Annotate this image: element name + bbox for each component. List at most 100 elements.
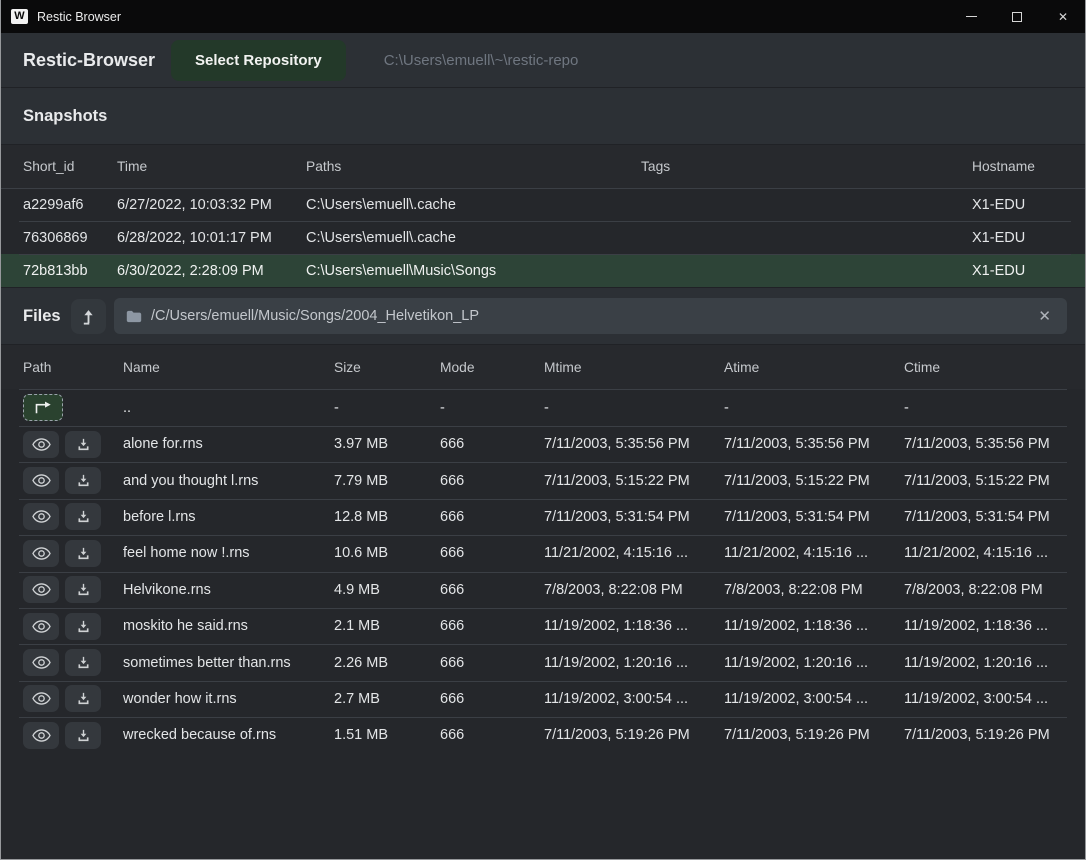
leave-directory-icon (33, 401, 53, 414)
select-repository-button[interactable]: Select Repository (171, 40, 346, 81)
leave-directory-button[interactable] (23, 394, 63, 421)
column-tags: Tags (641, 159, 972, 174)
file-mtime: 11/19/2002, 1:20:16 ... (544, 655, 724, 671)
wails-logo-icon: W (11, 9, 28, 24)
download-file-button[interactable] (65, 540, 101, 567)
preview-file-button[interactable] (23, 540, 59, 567)
preview-file-button[interactable] (23, 649, 59, 676)
file-name: alone for.rns (123, 436, 334, 452)
file-mtime: 11/21/2002, 4:15:16 ... (544, 545, 724, 561)
column-time: Time (117, 159, 306, 174)
close-icon: ✕ (1058, 11, 1068, 23)
close-button[interactable]: ✕ (1040, 0, 1086, 33)
maximize-button[interactable] (994, 0, 1040, 33)
file-mode: 666 (440, 473, 544, 489)
snapshot-short-id: a2299af6 (23, 197, 117, 213)
parent-name: .. (123, 400, 334, 416)
download-file-button[interactable] (65, 431, 101, 458)
download-icon (76, 473, 91, 488)
download-file-button[interactable] (65, 503, 101, 530)
download-icon (76, 546, 91, 561)
file-ctime: 7/11/2003, 5:35:56 PM (904, 436, 1071, 452)
preview-file-button[interactable] (23, 685, 59, 712)
titlebar: W Restic Browser ✕ (0, 0, 1086, 33)
snapshot-short-id: 72b813bb (23, 263, 117, 279)
preview-file-button[interactable] (23, 576, 59, 603)
preview-file-button[interactable] (23, 503, 59, 530)
file-row: before l.rns 12.8 MB 666 7/11/2003, 5:31… (1, 499, 1085, 535)
snapshot-row[interactable]: a2299af6 6/27/2022, 10:03:32 PM C:\Users… (1, 188, 1085, 221)
file-mtime: 11/19/2002, 1:18:36 ... (544, 618, 724, 634)
files-toolbar: Files /C/Users/emuell/Music/Songs/2004_H… (1, 287, 1085, 345)
file-row: feel home now !.rns 10.6 MB 666 11/21/20… (1, 535, 1085, 571)
download-file-button[interactable] (65, 722, 101, 749)
snapshot-hostname: X1-EDU (972, 197, 1067, 213)
column-paths: Paths (306, 159, 641, 174)
file-ctime: 7/11/2003, 5:15:22 PM (904, 473, 1071, 489)
download-file-button[interactable] (65, 613, 101, 640)
preview-file-button[interactable] (23, 722, 59, 749)
download-icon (76, 437, 91, 452)
snapshot-row[interactable]: 76306869 6/28/2022, 10:01:17 PM C:\Users… (1, 221, 1085, 254)
file-atime: 11/19/2002, 1:18:36 ... (724, 618, 904, 634)
repository-path-field[interactable]: C:\Users\emuell\~\restic-repo (384, 52, 1063, 69)
minimize-button[interactable] (948, 0, 994, 33)
snapshot-row[interactable]: 72b813bb 6/30/2022, 2:28:09 PM C:\Users\… (1, 254, 1085, 287)
file-mtime: 7/11/2003, 5:15:22 PM (544, 473, 724, 489)
file-size: 2.7 MB (334, 691, 440, 707)
file-size: 10.6 MB (334, 545, 440, 561)
clear-path-button[interactable]: ✕ (1032, 305, 1057, 327)
file-size: 4.9 MB (334, 582, 440, 598)
file-name: wonder how it.rns (123, 691, 334, 707)
column-hostname: Hostname (972, 159, 1067, 174)
file-row: alone for.rns 3.97 MB 666 7/11/2003, 5:3… (1, 426, 1085, 462)
file-atime: 11/19/2002, 3:00:54 ... (724, 691, 904, 707)
file-row: Helvikone.rns 4.9 MB 666 7/8/2003, 8:22:… (1, 572, 1085, 608)
file-row: moskito he said.rns 2.1 MB 666 11/19/200… (1, 608, 1085, 644)
download-file-button[interactable] (65, 467, 101, 494)
up-arrow-icon (81, 308, 96, 325)
file-mode: 666 (440, 691, 544, 707)
preview-file-button[interactable] (23, 431, 59, 458)
download-file-button[interactable] (65, 649, 101, 676)
snapshots-heading: Snapshots (1, 88, 1085, 145)
file-atime: 11/19/2002, 1:20:16 ... (724, 655, 904, 671)
file-row: sometimes better than.rns 2.26 MB 666 11… (1, 644, 1085, 680)
folder-icon (126, 310, 142, 323)
current-path-value: /C/Users/emuell/Music/Songs/2004_Helveti… (151, 308, 1023, 324)
clear-path-icon: ✕ (1038, 308, 1051, 325)
column-short-id: Short_id (23, 159, 117, 174)
column-mtime: Mtime (544, 360, 724, 375)
download-file-button[interactable] (65, 685, 101, 712)
download-icon (76, 509, 91, 524)
current-path-input[interactable]: /C/Users/emuell/Music/Songs/2004_Helveti… (114, 298, 1067, 334)
file-ctime: 7/8/2003, 8:22:08 PM (904, 582, 1071, 598)
go-to-root-button[interactable] (71, 299, 106, 334)
file-size: 1.51 MB (334, 727, 440, 743)
snapshot-time: 6/30/2022, 2:28:09 PM (117, 263, 306, 279)
eye-icon (32, 619, 51, 634)
column-atime: Atime (724, 360, 904, 375)
file-ctime: 11/21/2002, 4:15:16 ... (904, 545, 1071, 561)
snapshot-time: 6/28/2022, 10:01:17 PM (117, 230, 306, 246)
eye-icon (32, 691, 51, 706)
eye-icon (32, 473, 51, 488)
preview-file-button[interactable] (23, 613, 59, 640)
download-icon (76, 619, 91, 634)
file-ctime: 11/19/2002, 3:00:54 ... (904, 691, 1071, 707)
eye-icon (32, 509, 51, 524)
file-row: wonder how it.rns 2.7 MB 666 11/19/2002,… (1, 681, 1085, 717)
file-ctime: 11/19/2002, 1:18:36 ... (904, 618, 1071, 634)
files-table-header: Path Name Size Mode Mtime Atime Ctime (1, 345, 1085, 389)
preview-file-button[interactable] (23, 467, 59, 494)
file-name: Helvikone.rns (123, 582, 334, 598)
file-mode: 666 (440, 545, 544, 561)
files-heading: Files (23, 307, 63, 326)
file-mtime: 11/19/2002, 3:00:54 ... (544, 691, 724, 707)
download-file-button[interactable] (65, 576, 101, 603)
snapshot-time: 6/27/2022, 10:03:32 PM (117, 197, 306, 213)
file-mode: 666 (440, 509, 544, 525)
eye-icon (32, 546, 51, 561)
file-atime: 7/11/2003, 5:19:26 PM (724, 727, 904, 743)
window-title: Restic Browser (37, 10, 121, 24)
